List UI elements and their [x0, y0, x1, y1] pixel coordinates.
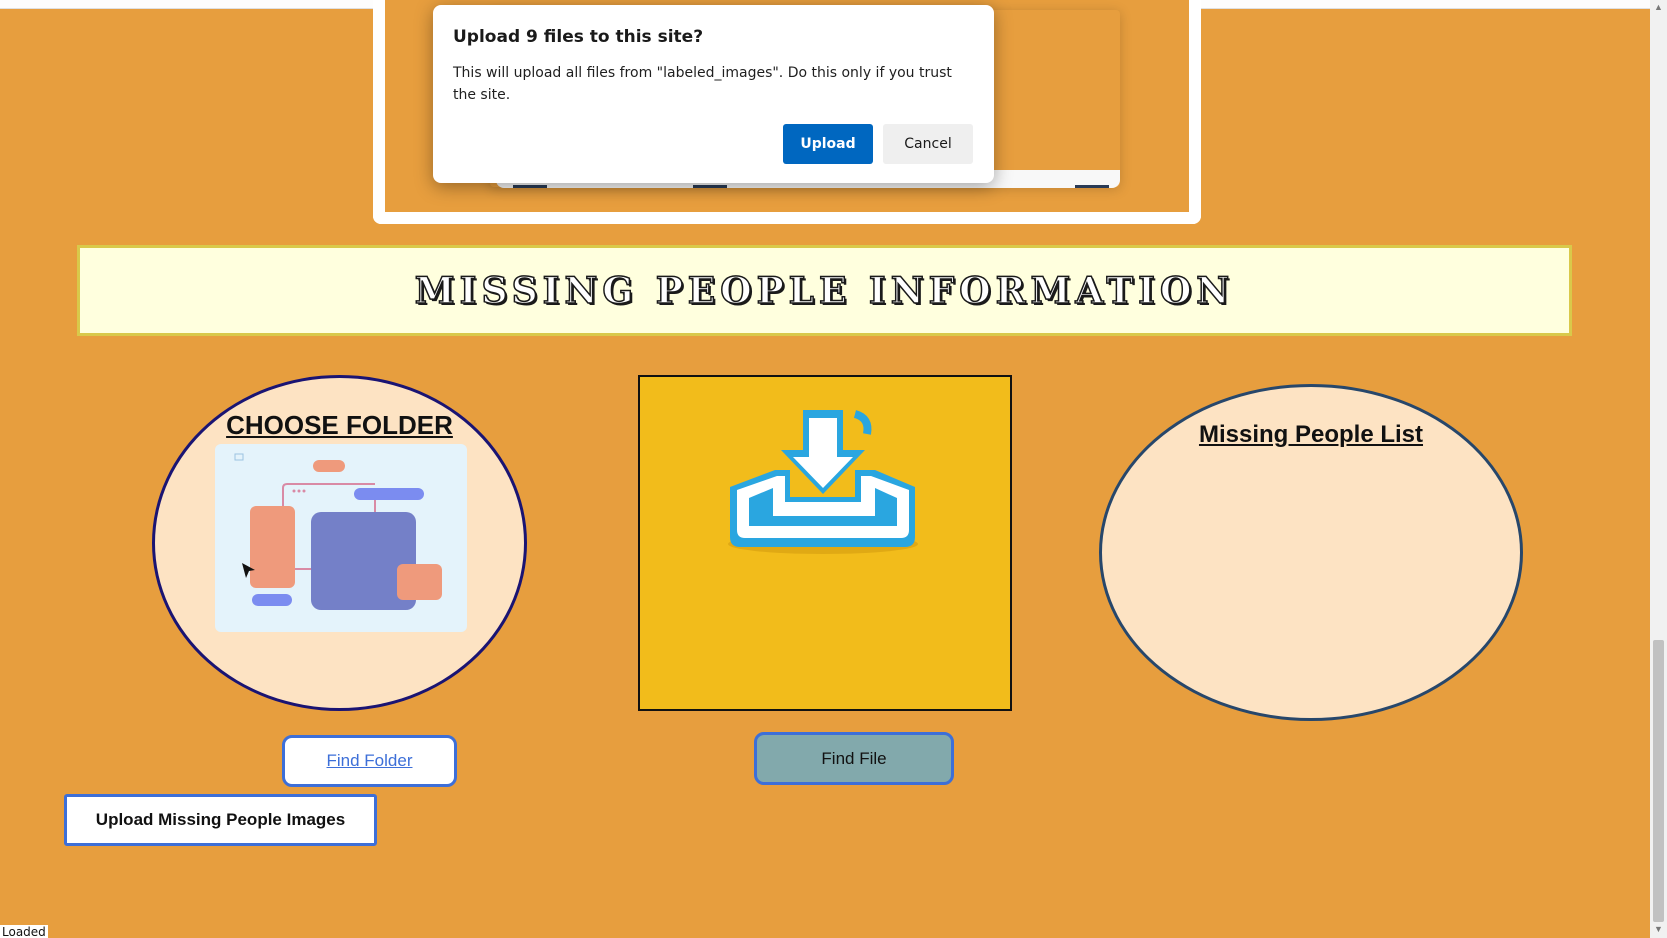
- dialog-upload-button[interactable]: Upload: [783, 124, 873, 164]
- page-scrollbar[interactable]: ▲ ▼: [1650, 0, 1667, 938]
- missing-people-list-title: Missing People List: [1198, 421, 1424, 448]
- banner-title: MISSING PEOPLE INFORMATION: [414, 269, 1235, 313]
- top-dash: [1075, 185, 1109, 188]
- upload-missing-people-images-button[interactable]: Upload Missing People Images: [64, 794, 377, 846]
- flowchart-illustration-icon: [215, 444, 467, 632]
- scroll-thumb[interactable]: [1653, 640, 1664, 922]
- dialog-title: Upload 9 files to this site?: [453, 27, 704, 47]
- top-dash: [693, 185, 727, 188]
- download-tray-icon: [728, 410, 918, 554]
- find-folder-button[interactable]: Find Folder: [282, 735, 457, 787]
- scroll-up-arrow-icon[interactable]: ▲: [1654, 2, 1663, 12]
- missing-people-list-panel: Missing People List: [1099, 384, 1523, 721]
- status-bar-text: Loaded: [0, 925, 48, 938]
- find-file-button[interactable]: Find File: [754, 732, 954, 785]
- top-dash: [513, 185, 547, 188]
- scroll-down-arrow-icon[interactable]: ▼: [1654, 924, 1663, 934]
- choose-folder-panel: CHOOSE FOLDER: [152, 375, 527, 711]
- choose-folder-title: CHOOSE FOLDER: [226, 410, 453, 440]
- dialog-message: This will upload all files from "labeled…: [453, 65, 952, 103]
- upload-confirm-dialog: Upload 9 files to this site? This will u…: [433, 5, 994, 183]
- page-banner: MISSING PEOPLE INFORMATION: [77, 245, 1572, 336]
- dialog-cancel-button[interactable]: Cancel: [883, 124, 973, 164]
- file-preview-box: [638, 375, 1012, 711]
